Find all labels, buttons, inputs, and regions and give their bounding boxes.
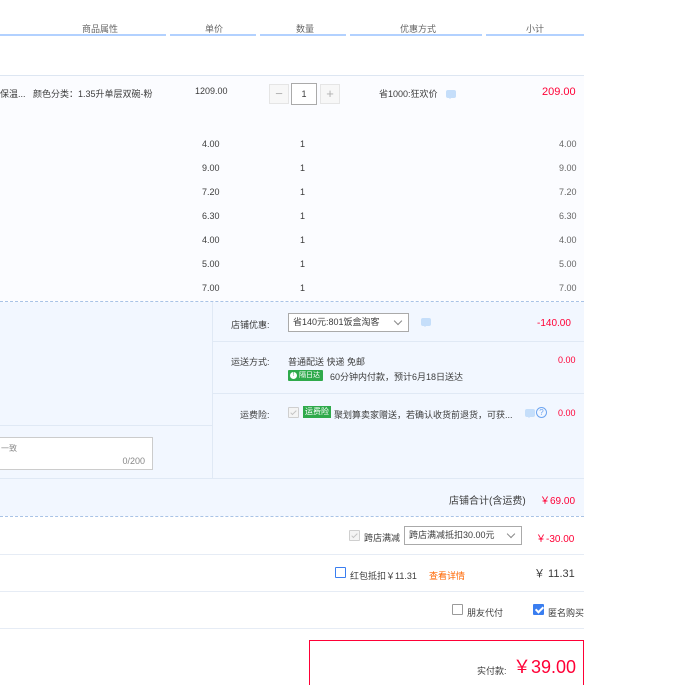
divider: [0, 591, 584, 592]
sub-item-subtotal: 4.00: [559, 235, 577, 245]
payment-label: 实付款:: [477, 666, 507, 676]
insurance-text: 聚划算卖家赠送，若确认收货前退货，可获...: [334, 410, 513, 420]
message-placeholder: 一致: [1, 444, 17, 453]
shop-total-row-divider: [0, 478, 584, 479]
discount-info-icon[interactable]: [446, 90, 456, 99]
message-input[interactable]: 一致 0/200: [0, 437, 153, 470]
sub-item-subtotal: 7.00: [559, 283, 577, 293]
insurance-label: 运费险:: [240, 410, 270, 420]
sub-item-qty: 1: [300, 283, 306, 293]
insurance-checkbox[interactable]: [288, 407, 299, 418]
red-packet-checkbox[interactable]: [335, 567, 346, 578]
qty-plus-button[interactable]: +: [320, 84, 340, 104]
main-item-price: 1209.00: [195, 86, 228, 96]
main-item-name[interactable]: 保温...: [0, 87, 26, 100]
divider: [0, 628, 584, 629]
clock-icon: !: [290, 371, 297, 379]
shipping-badge: ! 隔日达: [288, 370, 323, 381]
cross-store-select[interactable]: 跨店满减抵扣30.00元: [404, 526, 522, 545]
cross-store-select-value: 跨店满减抵扣30.00元: [409, 530, 495, 540]
promo-info-icon[interactable]: [421, 318, 431, 327]
divider: [0, 75, 584, 76]
shop-promo-amount: -140.00: [537, 318, 571, 329]
qty-input[interactable]: 1: [291, 83, 317, 105]
help-icon[interactable]: ?: [536, 407, 547, 418]
shop-promo-select-value: 省140元:801饭盒淘客: [293, 317, 380, 327]
sub-item-qty: 1: [300, 211, 306, 221]
cross-store-label: 跨店满减: [364, 533, 401, 543]
sub-item-subtotal: 4.00: [559, 139, 577, 149]
red-packet-link[interactable]: 查看详情: [429, 569, 465, 582]
sub-item-subtotal: 6.30: [559, 211, 577, 221]
header-underline: [486, 34, 584, 36]
shop-divider: [213, 341, 584, 342]
anonymous-checkbox[interactable]: [533, 604, 544, 615]
sub-item-price: 6.30: [202, 211, 220, 221]
shipping-amount: 0.00: [558, 355, 576, 365]
main-item-attrs: 颜色分类：1.35升单层双碗-粉: [33, 89, 153, 99]
sub-item-qty: 1: [300, 139, 306, 149]
shipping-label: 运送方式:: [231, 357, 270, 367]
shop-divider: [0, 425, 212, 426]
sub-item-qty: 1: [300, 235, 306, 245]
insurance-amount: 0.00: [558, 408, 576, 418]
sub-item-price: 7.00: [202, 283, 220, 293]
cross-store-amount: ￥-30.00: [536, 534, 575, 545]
insurance-chat-icon[interactable]: [525, 409, 535, 418]
sub-item-price: 4.00: [202, 139, 220, 149]
header-underline: [0, 34, 166, 36]
shop-total-amount: ￥69.00: [540, 496, 576, 507]
message-counter: 0/200: [122, 456, 145, 466]
shop-promo-select[interactable]: 省140元:801饭盒淘客: [288, 313, 409, 332]
sub-item-qty: 1: [300, 259, 306, 269]
divider: [0, 554, 584, 555]
sub-item-price: 7.20: [202, 187, 220, 197]
shipping-text: 普通配送 快递 免邮: [288, 357, 366, 367]
header-underline: [260, 34, 346, 36]
main-item-row: [0, 75, 584, 301]
header-underline: [350, 34, 482, 36]
header-underline: [170, 34, 256, 36]
payment-box: 实付款: ￥39.00: [309, 640, 584, 685]
red-packet-amount: ￥ 11.31: [534, 568, 575, 580]
payment-amount: ￥39.00: [513, 657, 577, 677]
anonymous-label[interactable]: 匿名购买: [548, 606, 584, 619]
friend-pay-label[interactable]: 朋友代付: [467, 606, 503, 619]
shop-promo-label: 店铺优惠:: [231, 320, 270, 330]
sub-item-subtotal: 7.20: [559, 187, 577, 197]
main-item-discount: 省1000:狂欢价: [379, 89, 438, 99]
sub-item-subtotal: 5.00: [559, 259, 577, 269]
qty-minus-button[interactable]: −: [269, 84, 289, 104]
shipping-eta: 60分钟内付款，预计6月18日送达: [330, 372, 464, 382]
shop-total-label: 店铺合计(含运费): [449, 496, 526, 507]
insurance-tag: 运费险: [303, 406, 331, 418]
main-item-subtotal: 209.00: [542, 86, 576, 98]
red-packet-label: 红包抵扣￥11.31: [350, 571, 417, 581]
sub-item-qty: 1: [300, 163, 306, 173]
shop-left-divider: [212, 302, 213, 478]
sub-item-price: 5.00: [202, 259, 220, 269]
sub-item-subtotal: 9.00: [559, 163, 577, 173]
shop-divider: [213, 393, 584, 394]
shipping-badge-text: 隔日达: [298, 372, 320, 379]
sub-item-price: 9.00: [202, 163, 220, 173]
sub-item-price: 4.00: [202, 235, 220, 245]
friend-pay-checkbox[interactable]: [452, 604, 463, 615]
sub-item-qty: 1: [300, 187, 306, 197]
dashed-divider: [0, 516, 584, 517]
cross-store-checkbox[interactable]: [349, 530, 360, 541]
